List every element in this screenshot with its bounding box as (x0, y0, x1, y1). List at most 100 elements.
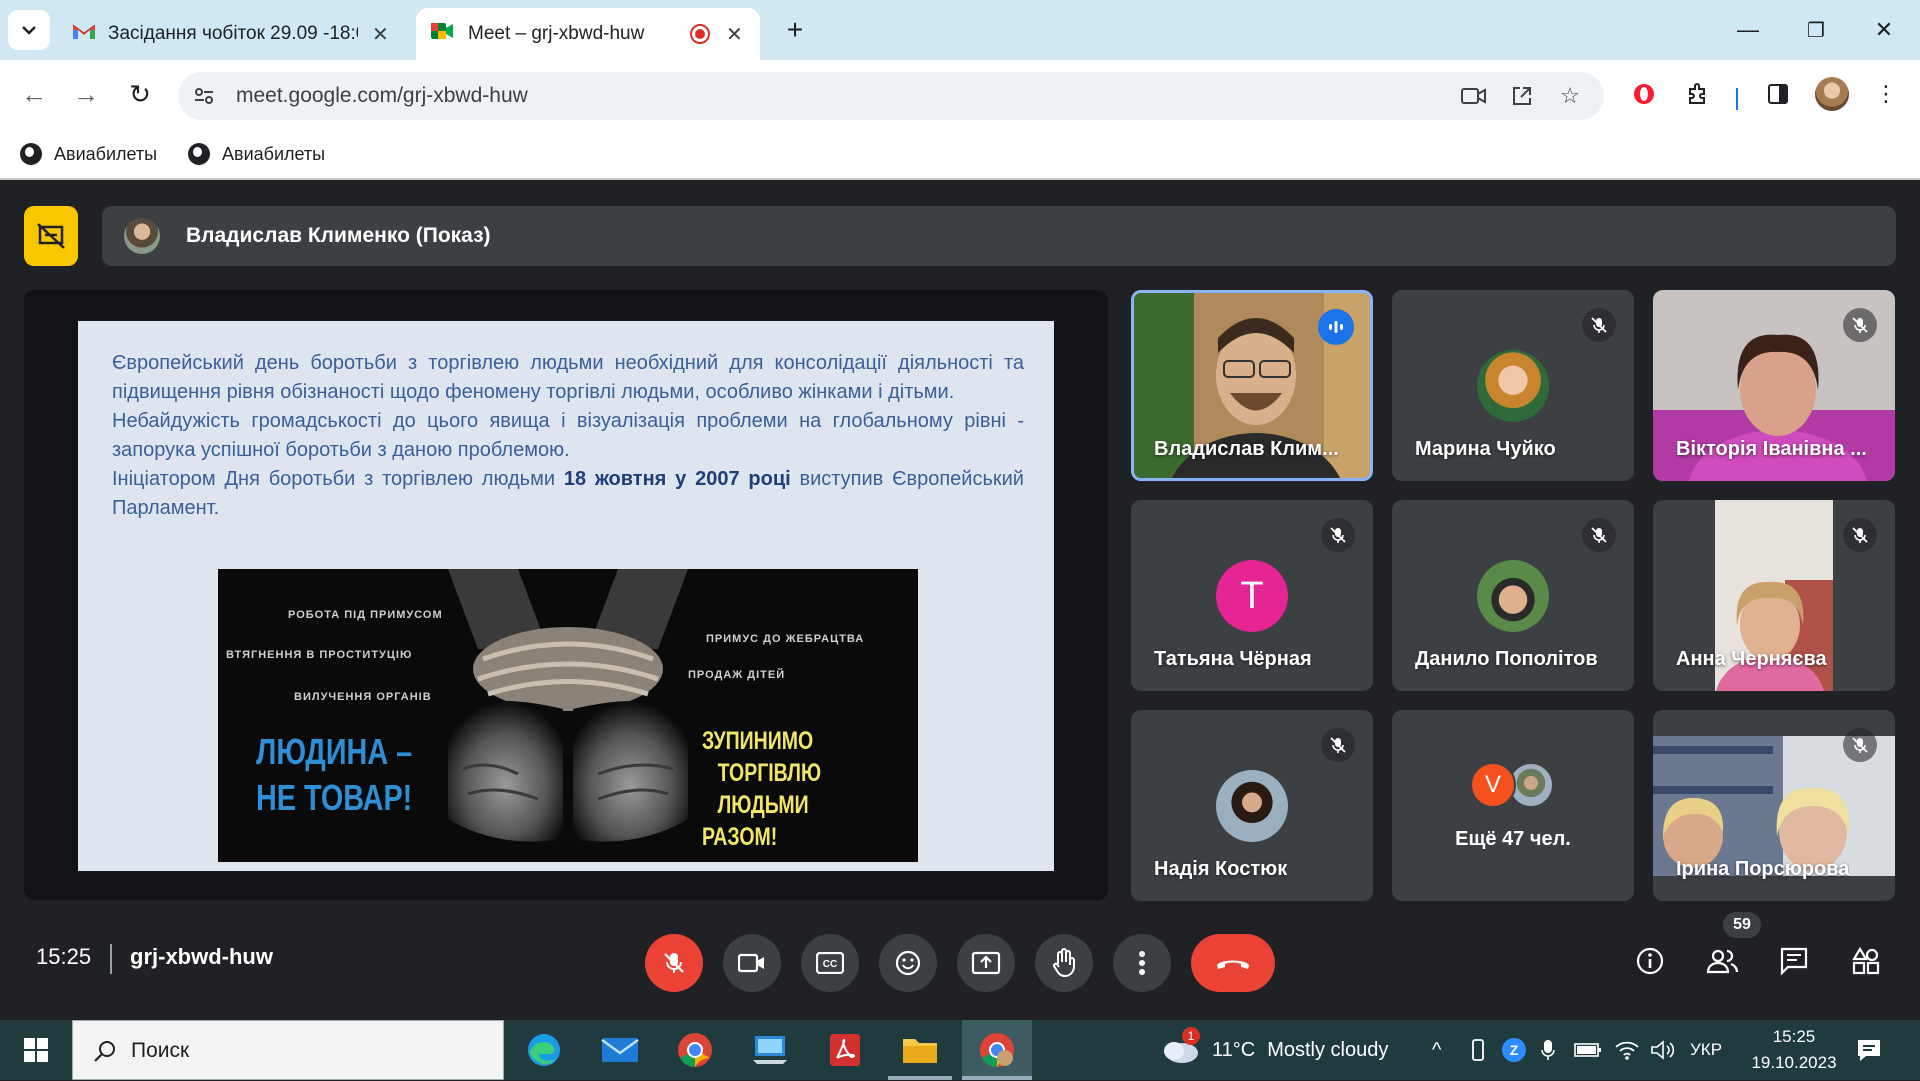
weather-widget[interactable]: 1 11°C Mostly cloudy (1160, 1020, 1388, 1080)
bookmarks-bar: Авиабилеты Авиабилеты (0, 128, 1920, 180)
tab-gmail[interactable]: Засідання чобіток 29.09 -18:00 ✕ (60, 8, 406, 60)
weather-condition: Mostly cloudy (1267, 1038, 1389, 1061)
tab-meet[interactable]: Meet – grj-xbwd-huw ✕ (416, 8, 760, 60)
input-language[interactable]: УКР (1690, 1020, 1722, 1080)
chat-button[interactable] (1767, 934, 1821, 988)
browser-tab-strip: Засідання чобіток 29.09 -18:00 ✕ Meet – … (0, 0, 1920, 60)
site-info-icon[interactable] (188, 80, 220, 112)
tab-search-button[interactable] (8, 10, 50, 50)
presenter-bar: Владислав Клименко (Показ) (102, 206, 1896, 266)
chrome-menu-icon[interactable]: ⋮ (1866, 74, 1906, 114)
new-tab-button[interactable]: + (774, 10, 816, 50)
mail-icon (601, 1038, 639, 1062)
open-in-app-icon[interactable] (1506, 80, 1538, 112)
poster-slogan-line: ЗУПИНИМО (702, 727, 814, 755)
mic-off-icon (1582, 518, 1616, 552)
participant-tile[interactable]: Владислав Клим... (1131, 290, 1373, 481)
search-placeholder: Поиск (131, 1039, 190, 1062)
taskbar-search-box[interactable]: Поиск (72, 1020, 504, 1080)
hand-icon (1053, 948, 1075, 978)
bookmark-star-icon[interactable]: ☆ (1554, 80, 1586, 112)
notifications-button[interactable] (1856, 1020, 1882, 1080)
chevron-down-icon (22, 26, 36, 35)
chat-icon (1780, 947, 1808, 976)
participant-avatar (1477, 560, 1549, 632)
participant-tile[interactable]: Марина Чуйко (1392, 290, 1634, 481)
bookmark-item[interactable]: Авиабилеты (188, 138, 325, 170)
mic-off-icon (1843, 518, 1877, 552)
captions-button[interactable]: CC (801, 934, 859, 992)
tray-overflow-icon[interactable]: ^ (1432, 1020, 1441, 1080)
present-off-icon (37, 223, 65, 249)
poster-slogan-line: ТОРГІВЛЮ ЛЮДЬМИ (717, 759, 822, 819)
taskbar-clock[interactable]: 15:25 19.10.2023 (1742, 1024, 1846, 1076)
present-screen-button[interactable] (957, 934, 1015, 992)
leave-call-button[interactable] (1191, 934, 1275, 992)
mic-off-icon (1843, 728, 1877, 762)
zoom-app-icon[interactable]: Z (1502, 1020, 1526, 1080)
minimize-button[interactable]: — (1720, 8, 1776, 52)
reactions-button[interactable] (879, 934, 937, 992)
participant-tile[interactable]: T Татьяна Чёрная (1131, 500, 1373, 691)
start-button[interactable] (4, 1020, 68, 1080)
tab-title: Засідання чобіток 29.09 -18:00 (108, 23, 358, 44)
taskbar-app-chrome-active[interactable] (962, 1020, 1032, 1080)
arrow-right-icon: → (73, 78, 99, 109)
svg-text:CC: CC (823, 959, 837, 970)
mic-off-icon (664, 953, 684, 973)
forward-button[interactable]: → (66, 74, 106, 114)
speaking-indicator-icon (1318, 309, 1354, 345)
computer-icon (753, 1036, 787, 1064)
back-button[interactable]: ← (14, 74, 54, 114)
usb-device-icon[interactable] (1470, 1020, 1486, 1080)
close-tab-icon[interactable]: ✕ (372, 22, 389, 47)
restore-button[interactable]: ❐ (1788, 8, 1844, 52)
close-tab-icon[interactable]: ✕ (726, 22, 743, 47)
taskbar-app-acrobat[interactable] (813, 1020, 877, 1080)
poster-label: ПРИМУС ДО ЖЕБРАЦТВА (706, 633, 865, 645)
opera-extension-icon[interactable] (1624, 74, 1664, 114)
participant-tile[interactable]: Ірина Порсюрова (1653, 710, 1895, 901)
activities-button[interactable] (1839, 934, 1893, 988)
taskbar-app-mail[interactable] (588, 1020, 652, 1080)
camera-toggle-button[interactable] (723, 934, 781, 992)
presentation-layout-button[interactable] (24, 206, 78, 266)
search-icon (94, 1041, 115, 1062)
tab-title: Meet – grj-xbwd-huw (468, 23, 645, 44)
bookmark-item[interactable]: Авиабилеты (20, 138, 157, 170)
microphone-tray-icon[interactable] (1540, 1020, 1556, 1080)
taskbar-app-chrome[interactable] (663, 1020, 727, 1080)
poster-slogan-left: ЛЮДИНА – НЕ ТОВАР! (256, 729, 412, 821)
more-participants-label: Ещё 47 чел. (1455, 828, 1571, 850)
participant-tile[interactable]: Надія Костюк (1131, 710, 1373, 901)
address-bar[interactable]: meet.google.com/grj-xbwd-huw ☆ (178, 72, 1604, 120)
participant-name: Данило Пополітов (1415, 648, 1598, 670)
close-window-button[interactable]: ✕ (1856, 8, 1912, 52)
taskbar-app-edge[interactable] (512, 1020, 576, 1080)
participant-name: Марина Чуйко (1415, 438, 1556, 460)
battery-icon[interactable] (1574, 1020, 1602, 1080)
profile-avatar[interactable] (1812, 74, 1852, 114)
participant-tile[interactable]: Данило Пополітов (1392, 500, 1634, 691)
taskbar-app-pc[interactable] (738, 1020, 802, 1080)
microphone-toggle-button[interactable] (645, 934, 703, 992)
more-participants-tile[interactable]: V Ещё 47 чел. (1392, 710, 1634, 901)
participant-tile[interactable]: Анна Черняєва (1653, 500, 1895, 691)
volume-icon[interactable] (1650, 1020, 1676, 1080)
people-button[interactable]: 59 (1695, 912, 1761, 988)
meeting-details-button[interactable] (1623, 934, 1677, 988)
poster-label: ВТЯГНЕННЯ В ПРОСТИТУЦІЮ (226, 649, 413, 661)
extensions-icon[interactable] (1678, 74, 1718, 114)
participant-tile[interactable]: Вікторія Іванівна ... (1653, 290, 1895, 481)
poster-slogan-line: РАЗОМ! (702, 823, 778, 851)
side-panel-icon[interactable] (1758, 74, 1798, 114)
taskbar-app-explorer[interactable] (888, 1020, 952, 1080)
wifi-icon[interactable] (1614, 1020, 1640, 1080)
participant-avatar (1216, 770, 1288, 842)
bookmark-label: Авиабилеты (54, 143, 158, 164)
camera-in-use-icon[interactable] (1458, 80, 1490, 112)
mic-off-icon (1843, 308, 1877, 342)
more-options-button[interactable] (1113, 934, 1171, 992)
raise-hand-button[interactable] (1035, 934, 1093, 992)
reload-button[interactable]: ↻ (120, 74, 160, 114)
